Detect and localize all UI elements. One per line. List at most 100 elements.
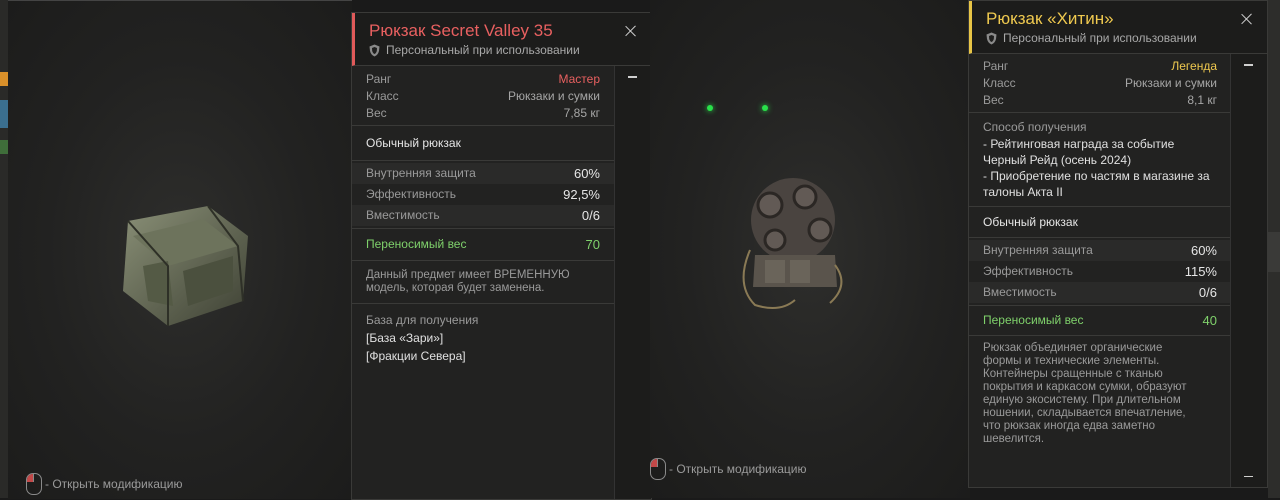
item-tooltip-2: Рюкзак «Хитин» Персональный при использо… — [968, 0, 1268, 488]
stat-label: Переносимый вес — [366, 237, 467, 251]
green-light — [762, 105, 768, 111]
description-line: шевелится. — [983, 433, 1045, 445]
obtain-line: талоны Акта II — [983, 185, 1063, 199]
background-left-strip — [0, 0, 8, 498]
mod-hint-1[interactable]: - Открыть модификацию — [26, 473, 183, 495]
carry-section: Переносимый вес 40 — [969, 306, 1231, 336]
stat-value: 7,85 кг — [563, 106, 600, 120]
binding-line: Персональный при использовании — [369, 43, 580, 57]
tooltip-scrollbar[interactable] — [1230, 54, 1267, 487]
binding-line: Персональный при использовании — [986, 31, 1197, 45]
backpack-chitin-image — [742, 178, 843, 310]
mouse-left-click-icon — [26, 473, 42, 495]
item-type: Обычный рюкзак — [366, 136, 461, 150]
binding-text: Персональный при использовании — [386, 43, 580, 57]
carry-section: Переносимый вес 70 — [352, 229, 614, 261]
stat-class: Класс Рюкзаки и сумки — [983, 75, 1217, 92]
obtain-label: Способ получения — [983, 120, 1087, 134]
base-link[interactable]: [Фракции Севера] — [366, 347, 600, 365]
stat-label: Вес — [983, 93, 1004, 107]
collapse-icon[interactable] — [1244, 475, 1253, 477]
base-section: База для получения [База «Зари»] [Фракци… — [352, 304, 614, 373]
mod-hint-2[interactable]: - Открыть модификацию — [650, 458, 807, 480]
stat-value: 0/6 — [581, 208, 600, 223]
background-right-strip — [1268, 0, 1280, 498]
obtain-line: - Приобретение по частям в магазине за — [983, 169, 1210, 183]
base-label: База для получения — [366, 313, 479, 327]
item-tooltip-1: Рюкзак Secret Valley 35 Персональный при… — [351, 12, 652, 500]
green-light — [707, 105, 713, 111]
close-button[interactable] — [1241, 13, 1253, 25]
obtain-section: Способ получения - Рейтинговая награда з… — [969, 113, 1231, 207]
mod-hint-text: - Открыть модификацию — [669, 462, 807, 476]
stat-carry-weight: Переносимый вес 40 — [983, 312, 1217, 329]
description-section: Данный предмет имеет ВРЕМЕННУЮ модель, к… — [352, 261, 614, 304]
stat-value: 60% — [573, 166, 600, 181]
stat-label: Эффективность — [366, 187, 457, 201]
stats-section: Ранг Легенда Класс Рюкзаки и сумки Вес 8,1 … — [969, 54, 1231, 113]
stat-carry-weight: Переносимый вес 70 — [366, 236, 600, 253]
stat-rank: Ранг Легенда — [983, 58, 1217, 75]
item-type: Обычный рюкзак — [983, 215, 1078, 229]
stats-section: Ранг Мастер Класс Рюкзаки и сумки Вес 7,85 … — [352, 66, 614, 126]
stat-value: Рюкзаки и сумки — [508, 89, 600, 103]
description-section: Рюкзак объединяет органические формы и т… — [969, 336, 1231, 452]
description-line: покрытия и каркасом сумки, образуют — [983, 381, 1187, 393]
stat-value: 40 — [1202, 313, 1217, 328]
description-line: Контейнеры сращенные с тканью — [983, 368, 1163, 380]
item-description: Данный предмет имеет ВРЕМЕННУЮ модель, к… — [366, 269, 570, 294]
item-type-section: Обычный рюкзак — [969, 207, 1231, 238]
stat-value: 60% — [1190, 243, 1217, 258]
stat-rank: Ранг Мастер — [366, 71, 600, 88]
item-type-section: Обычный рюкзак — [352, 126, 614, 161]
stat-internal-protection: Внутренняя защита 60% — [352, 163, 614, 184]
stat-label: Вместимость — [366, 208, 440, 222]
description-line: ношении, складывается впечатление, — [983, 407, 1186, 419]
stat-value: 115% — [1184, 264, 1217, 279]
stat-value: Мастер — [558, 72, 600, 86]
stat-label: Внутренняя защита — [366, 166, 476, 180]
tooltip-header: Рюкзак Secret Valley 35 Персональный при… — [352, 13, 651, 66]
stat-label: Вместимость — [983, 285, 1057, 299]
tooltip-header: Рюкзак «Хитин» Персональный при использо… — [969, 1, 1267, 54]
tooltip-body: Ранг Мастер Класс Рюкзаки и сумки Вес 7,85 … — [352, 66, 614, 499]
mod-hint-text: - Открыть модификацию — [45, 477, 183, 491]
item-title: Рюкзак «Хитин» — [986, 9, 1114, 28]
stat-label: Вес — [366, 106, 387, 120]
close-button[interactable] — [625, 25, 637, 37]
tooltip-scrollbar[interactable] — [614, 66, 651, 499]
stat-label: Класс — [983, 76, 1016, 90]
stat-label: Внутренняя защита — [983, 243, 1093, 257]
stat-capacity: Вместимость 0/6 — [969, 282, 1231, 303]
protection-section: Внутренняя защита 60% Эффективность 92,5% … — [352, 161, 614, 229]
stat-value: 8,1 кг — [1187, 93, 1217, 107]
collapse-icon[interactable] — [628, 76, 637, 78]
description-line: формы и технические элементы. — [983, 355, 1160, 367]
tooltip-body: Ранг Легенда Класс Рюкзаки и сумки Вес 8,1 … — [969, 54, 1231, 487]
description-line: что рюкзак иногда едва заметно — [983, 420, 1155, 432]
description-line: Рюкзак объединяет органические — [983, 342, 1163, 354]
obtain-line: Черный Рейд (осень 2024) — [983, 153, 1132, 167]
shield-icon — [369, 44, 380, 56]
stat-value: Легенда — [1171, 59, 1217, 73]
stat-label: Эффективность — [983, 264, 1074, 278]
stat-label: Ранг — [366, 72, 392, 86]
obtain-line: - Рейтинговая награда за событие — [983, 137, 1175, 151]
stat-value: 70 — [585, 237, 600, 252]
stat-capacity: Вместимость 0/6 — [352, 205, 614, 226]
item-title: Рюкзак Secret Valley 35 — [369, 21, 553, 40]
description-line: единую экосистему. При длительном — [983, 394, 1181, 406]
stat-class: Класс Рюкзаки и сумки — [366, 88, 600, 105]
base-link[interactable]: [База «Зари»] — [366, 329, 600, 347]
protection-section: Внутренняя защита 60% Эффективность 115% В… — [969, 238, 1231, 306]
stat-label: Переносимый вес — [983, 313, 1084, 327]
collapse-icon[interactable] — [1244, 64, 1253, 66]
item-preview-1: - Открыть модификацию — [8, 0, 352, 499]
stat-efficiency: Эффективность 92,5% — [352, 184, 614, 205]
stat-weight: Вес 7,85 кг — [366, 105, 600, 122]
stat-value: 0/6 — [1198, 285, 1217, 300]
shield-icon — [986, 32, 997, 44]
binding-text: Персональный при использовании — [1003, 31, 1197, 45]
backpack-secret-valley-image — [123, 205, 248, 326]
mouse-left-click-icon — [650, 458, 666, 480]
